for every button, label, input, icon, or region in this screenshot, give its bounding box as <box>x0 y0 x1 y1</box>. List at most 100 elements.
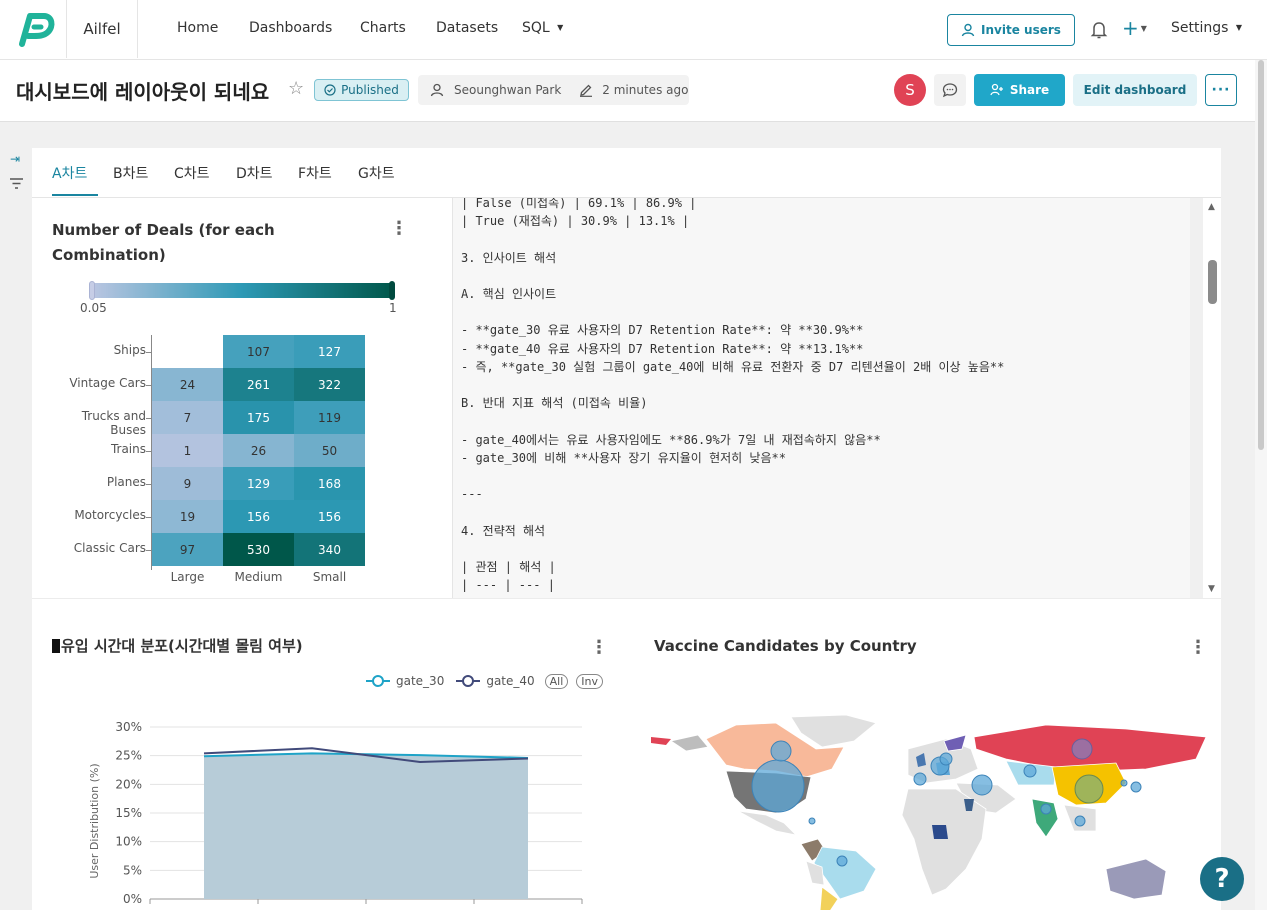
pencil-icon <box>580 84 593 97</box>
heatmap-cell[interactable]: 129 <box>223 467 294 500</box>
settings-label: Settings <box>1171 20 1229 36</box>
nav-home[interactable]: Home <box>177 20 218 36</box>
heatmap-cell[interactable]: 322 <box>294 368 365 401</box>
avatar[interactable]: S <box>894 74 926 106</box>
heatmap-y-label: Vintage Cars <box>69 376 146 390</box>
heatmap-cell[interactable]: 97 <box>152 533 223 566</box>
more-options-button[interactable]: ··· <box>1205 74 1237 106</box>
heatmap-y-tick <box>146 516 151 518</box>
heatmap-cell[interactable]: 50 <box>294 434 365 467</box>
tab-b-chart[interactable]: B차트 <box>113 163 148 183</box>
map-bubble-usa <box>751 759 805 813</box>
invite-users-button[interactable]: Invite users <box>947 14 1075 46</box>
heatmap-y-tick <box>146 384 151 386</box>
heatmap-cell[interactable]: 24 <box>152 368 223 401</box>
heatmap-y-label: Trains <box>110 442 146 456</box>
heatmap-y-label: Trucks and Buses <box>81 409 146 437</box>
map-bubble-thailand <box>1074 815 1086 827</box>
heatmap-cell[interactable]: 127 <box>294 335 365 368</box>
heatmap-cell[interactable]: 1 <box>152 434 223 467</box>
heatmap-cell[interactable]: 19 <box>152 500 223 533</box>
heatmap-cell[interactable]: 261 <box>223 368 294 401</box>
scroll-down-arrow-icon[interactable]: ▼ <box>1208 584 1215 594</box>
heatmap-cell[interactable]: 168 <box>294 467 365 500</box>
app-name[interactable]: Ailfel <box>66 0 138 58</box>
markdown-scrollbar[interactable]: ▲ ▼ <box>1203 198 1221 598</box>
dashboard-metadata: Seounghwan Park 2 minutes ago <box>418 75 689 105</box>
plus-menu[interactable]: + ▼ <box>1122 16 1147 40</box>
tab-f-chart[interactable]: F차트 <box>298 163 332 183</box>
filter-icon[interactable] <box>10 178 23 192</box>
heatmap-cell[interactable]: 107 <box>223 335 294 368</box>
heatmap-cell[interactable]: 7 <box>152 401 223 434</box>
owner-name: Seounghwan Park <box>454 83 562 97</box>
nav-charts[interactable]: Charts <box>360 20 406 36</box>
dashboard-title[interactable]: 대시보드에 레이아웃이 되네요 <box>16 76 269 105</box>
heatmap-cell[interactable]: 9 <box>152 467 223 500</box>
edit-dashboard-button[interactable]: Edit dashboard <box>1073 74 1197 106</box>
chat-button[interactable] <box>934 74 966 106</box>
map-bubble-brazil <box>836 855 848 867</box>
page-scrollbar[interactable] <box>1255 60 1267 910</box>
nav-dashboards[interactable]: Dashboards <box>249 20 332 36</box>
modified-time: 2 minutes ago <box>602 83 689 97</box>
heatmap-y-tick <box>146 351 151 353</box>
heatmap-x-label: Medium <box>234 570 283 584</box>
tab-g-chart[interactable]: G차트 <box>358 163 395 183</box>
heatmap-cell[interactable]: 26 <box>223 434 294 467</box>
tab-c-chart[interactable]: C차트 <box>174 163 210 183</box>
heatmap-x-label: Large <box>170 570 205 584</box>
user-icon <box>961 23 975 37</box>
area-y-tick-label: 30% <box>115 720 142 734</box>
tab-d-chart[interactable]: D차트 <box>236 163 273 183</box>
nav-sql[interactable]: SQL ▼ <box>522 20 563 36</box>
map-region-mexico <box>737 810 798 836</box>
heatmap-x-label: Small <box>312 570 347 584</box>
page-scrollbar-thumb[interactable] <box>1258 60 1264 450</box>
bell-icon[interactable] <box>1090 20 1108 40</box>
area-y-tick-label: 25% <box>115 749 142 763</box>
favorite-star-icon[interactable]: ☆ <box>288 78 304 99</box>
heatmap-y-tick <box>146 417 151 419</box>
map-panel: Vaccine Candidates by Country ⋮ <box>626 598 1221 910</box>
map-region-red-strip <box>651 737 671 745</box>
map-region-nigeria <box>932 825 948 839</box>
area-series-fill-gate30[interactable] <box>204 753 528 899</box>
heatmap-y-tick <box>146 483 151 485</box>
user-icon <box>430 83 444 97</box>
markdown-scrollbar-thumb[interactable] <box>1208 260 1217 304</box>
area-y-tick-label: 10% <box>115 835 142 849</box>
scroll-up-arrow-icon[interactable]: ▲ <box>1208 202 1215 212</box>
map-bubble-canada <box>770 740 792 762</box>
app-logo-icon[interactable] <box>14 10 58 50</box>
map-region-australia <box>1105 858 1167 900</box>
heatmap-cell[interactable]: 340 <box>294 533 365 566</box>
heatmap-y-label: Classic Cars <box>73 541 146 555</box>
expand-filters-icon[interactable]: ⇥ <box>10 152 20 166</box>
markdown-content: | False (미접속) | 69.1% | 86.9% | | True (… <box>461 198 1005 593</box>
map-region-alaska <box>669 734 709 752</box>
heatmap-y-label: Planes <box>106 475 146 489</box>
plus-icon: + <box>1122 16 1139 40</box>
heatmap-cell[interactable]: 156 <box>294 500 365 533</box>
heatmap-cell[interactable]: 119 <box>294 401 365 434</box>
area-chart-canvas: 0% 5% 10% 15% 20% 25% 30% User Distribution (%) <box>88 720 583 906</box>
share-label: Share <box>1009 83 1050 97</box>
heatmap-y-tick <box>146 549 151 551</box>
heatmap-panel: Number of Deals (for each Combination) ⋮… <box>32 198 452 598</box>
status-badge[interactable]: Published <box>314 79 409 101</box>
map-bubble-cuba <box>808 817 816 825</box>
heatmap-cell[interactable]: 156 <box>223 500 294 533</box>
heatmap-grid: Ships 107 127 Vintage Cars 24 261 322 Trucks an… <box>32 198 452 598</box>
heatmap-cell[interactable]: 530 <box>223 533 294 566</box>
tab-a-chart[interactable]: A차트 <box>52 163 87 183</box>
top-navbar: Ailfel Home Dashboards Charts Datasets S… <box>0 0 1267 60</box>
share-button[interactable]: Share <box>974 74 1065 106</box>
heatmap-cell[interactable]: 175 <box>223 401 294 434</box>
settings-menu[interactable]: Settings ▼ <box>1171 20 1242 36</box>
nav-datasets[interactable]: Datasets <box>436 20 498 36</box>
help-button[interactable]: ? <box>1200 857 1244 901</box>
map-bubble-russia <box>1071 738 1093 760</box>
map-bubble-india <box>1040 803 1052 815</box>
map-bubble-france <box>913 772 927 786</box>
